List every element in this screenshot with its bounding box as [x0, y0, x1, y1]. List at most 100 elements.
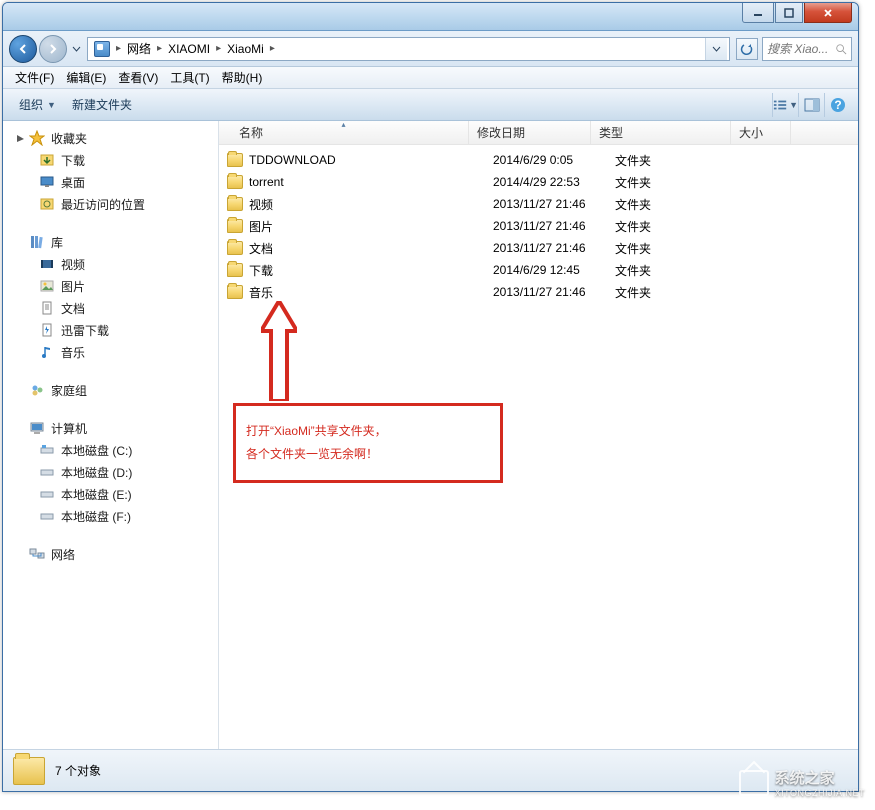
- file-row[interactable]: 文档2013/11/27 21:46文件夹: [219, 237, 858, 259]
- file-type: 文件夹: [615, 240, 755, 257]
- file-name: TDDOWNLOAD: [249, 153, 493, 167]
- file-name: 文档: [249, 240, 493, 257]
- window-controls: [742, 3, 858, 30]
- status-count: 7 个对象: [55, 762, 101, 779]
- tree-network[interactable]: 网络: [3, 543, 218, 565]
- file-name: 下载: [249, 262, 493, 279]
- file-row[interactable]: 视频2013/11/27 21:46文件夹: [219, 193, 858, 215]
- file-name: 图片: [249, 218, 493, 235]
- address-dropdown[interactable]: [705, 38, 727, 60]
- folder-icon: [227, 285, 243, 299]
- tree-homegroup[interactable]: 家庭组: [3, 379, 218, 401]
- file-row[interactable]: torrent2014/4/29 22:53文件夹: [219, 171, 858, 193]
- menu-bar: 文件(F) 编辑(E) 查看(V) 工具(T) 帮助(H): [3, 67, 858, 89]
- titlebar: [3, 3, 858, 31]
- search-input[interactable]: [767, 42, 835, 56]
- homegroup-icon: [29, 382, 45, 398]
- menu-tools[interactable]: 工具(T): [164, 67, 215, 88]
- column-date[interactable]: 修改日期: [469, 121, 591, 144]
- folder-icon: [227, 263, 243, 277]
- tree-xunlei[interactable]: 迅雷下载: [3, 319, 218, 341]
- breadcrumb-sep: ▸: [114, 43, 123, 54]
- tree-drive-e[interactable]: 本地磁盘 (E:): [3, 483, 218, 505]
- refresh-button[interactable]: [736, 38, 758, 60]
- tree-libraries[interactable]: 库: [3, 231, 218, 253]
- drive-icon: [39, 486, 55, 502]
- breadcrumb-xiaomi-upper[interactable]: XIAOMI: [164, 40, 214, 58]
- video-icon: [39, 256, 55, 272]
- view-options-button[interactable]: ▼: [772, 93, 798, 117]
- file-date: 2013/11/27 21:46: [493, 241, 615, 255]
- help-button[interactable]: ?: [824, 93, 850, 117]
- file-type: 文件夹: [615, 174, 755, 191]
- tree-favorites[interactable]: 收藏夹: [3, 127, 218, 149]
- breadcrumb-xiaomi[interactable]: XiaoMi: [223, 40, 268, 58]
- file-row[interactable]: 下载2014/6/29 12:45文件夹: [219, 259, 858, 281]
- network-icon: [29, 546, 45, 562]
- navigation-pane: 收藏夹 下载 桌面 最近访问的位置 库 视频 图片 文档 迅雷下载 音乐: [3, 121, 219, 749]
- annotation-line1: 打开“XiaoMi”共享文件夹，: [246, 420, 490, 443]
- file-row[interactable]: 图片2013/11/27 21:46文件夹: [219, 215, 858, 237]
- preview-pane-button[interactable]: [798, 93, 824, 117]
- back-button[interactable]: [9, 35, 37, 63]
- tree-recent[interactable]: 最近访问的位置: [3, 193, 218, 215]
- location-icon: [94, 41, 110, 57]
- tree-drive-d[interactable]: 本地磁盘 (D:): [3, 461, 218, 483]
- tree-downloads[interactable]: 下载: [3, 149, 218, 171]
- file-view: 名称 修改日期 类型 大小 TDDOWNLOAD2014/6/29 0:05文件…: [219, 121, 858, 749]
- drive-icon: [39, 508, 55, 524]
- annotation-line2: 各个文件夹一览无余啊！: [246, 443, 490, 466]
- menu-help[interactable]: 帮助(H): [216, 67, 269, 88]
- annotation-arrow: [261, 301, 297, 404]
- library-icon: [29, 234, 45, 250]
- forward-button[interactable]: [39, 35, 67, 63]
- menu-view[interactable]: 查看(V): [112, 67, 164, 88]
- desktop-icon: [39, 174, 55, 190]
- column-headers: 名称 修改日期 类型 大小: [219, 121, 858, 145]
- address-bar[interactable]: ▸ 网络 ▸ XIAOMI ▸ XiaoMi ▸: [87, 37, 730, 61]
- search-box[interactable]: [762, 37, 852, 61]
- tree-music[interactable]: 音乐: [3, 341, 218, 363]
- document-icon: [39, 300, 55, 316]
- column-type[interactable]: 类型: [591, 121, 731, 144]
- file-type: 文件夹: [615, 262, 755, 279]
- collapse-icon[interactable]: [15, 133, 26, 144]
- file-row[interactable]: 音乐2013/11/27 21:46文件夹: [219, 281, 858, 303]
- svg-text:?: ?: [834, 98, 841, 112]
- watermark: 系统之家 XITONGZHIJIA.NET: [739, 767, 865, 798]
- file-name: torrent: [249, 175, 493, 189]
- file-type: 文件夹: [615, 284, 755, 301]
- file-row[interactable]: TDDOWNLOAD2014/6/29 0:05文件夹: [219, 149, 858, 171]
- tree-computer[interactable]: 计算机: [3, 417, 218, 439]
- minimize-button[interactable]: [742, 3, 774, 23]
- command-bar: 组织 ▼ 新建文件夹 ▼ ?: [3, 89, 858, 121]
- folder-icon: [227, 175, 243, 189]
- folder-icon: [13, 757, 45, 785]
- history-dropdown[interactable]: [69, 46, 83, 52]
- maximize-button[interactable]: [775, 3, 803, 23]
- column-size[interactable]: 大小: [731, 121, 791, 144]
- file-type: 文件夹: [615, 152, 755, 169]
- file-type: 文件夹: [615, 196, 755, 213]
- menu-edit[interactable]: 编辑(E): [60, 67, 112, 88]
- new-folder-button[interactable]: 新建文件夹: [64, 92, 140, 117]
- star-icon: [29, 130, 45, 146]
- tree-drive-f[interactable]: 本地磁盘 (F:): [3, 505, 218, 527]
- annotation-box: 打开“XiaoMi”共享文件夹， 各个文件夹一览无余啊！: [233, 403, 503, 483]
- organize-button[interactable]: 组织 ▼: [11, 92, 64, 117]
- column-name[interactable]: 名称: [219, 121, 469, 144]
- xunlei-icon: [39, 322, 55, 338]
- tree-videos[interactable]: 视频: [3, 253, 218, 275]
- tree-drive-c[interactable]: 本地磁盘 (C:): [3, 439, 218, 461]
- menu-file[interactable]: 文件(F): [9, 67, 60, 88]
- tree-pictures[interactable]: 图片: [3, 275, 218, 297]
- navigation-bar: ▸ 网络 ▸ XIAOMI ▸ XiaoMi ▸: [3, 31, 858, 67]
- close-button[interactable]: [804, 3, 852, 23]
- breadcrumb-network[interactable]: 网络: [123, 38, 155, 59]
- chevron-down-icon: ▼: [47, 100, 56, 110]
- tree-desktop[interactable]: 桌面: [3, 171, 218, 193]
- folder-icon: [227, 153, 243, 167]
- file-date: 2014/4/29 22:53: [493, 175, 615, 189]
- tree-documents[interactable]: 文档: [3, 297, 218, 319]
- file-name: 视频: [249, 196, 493, 213]
